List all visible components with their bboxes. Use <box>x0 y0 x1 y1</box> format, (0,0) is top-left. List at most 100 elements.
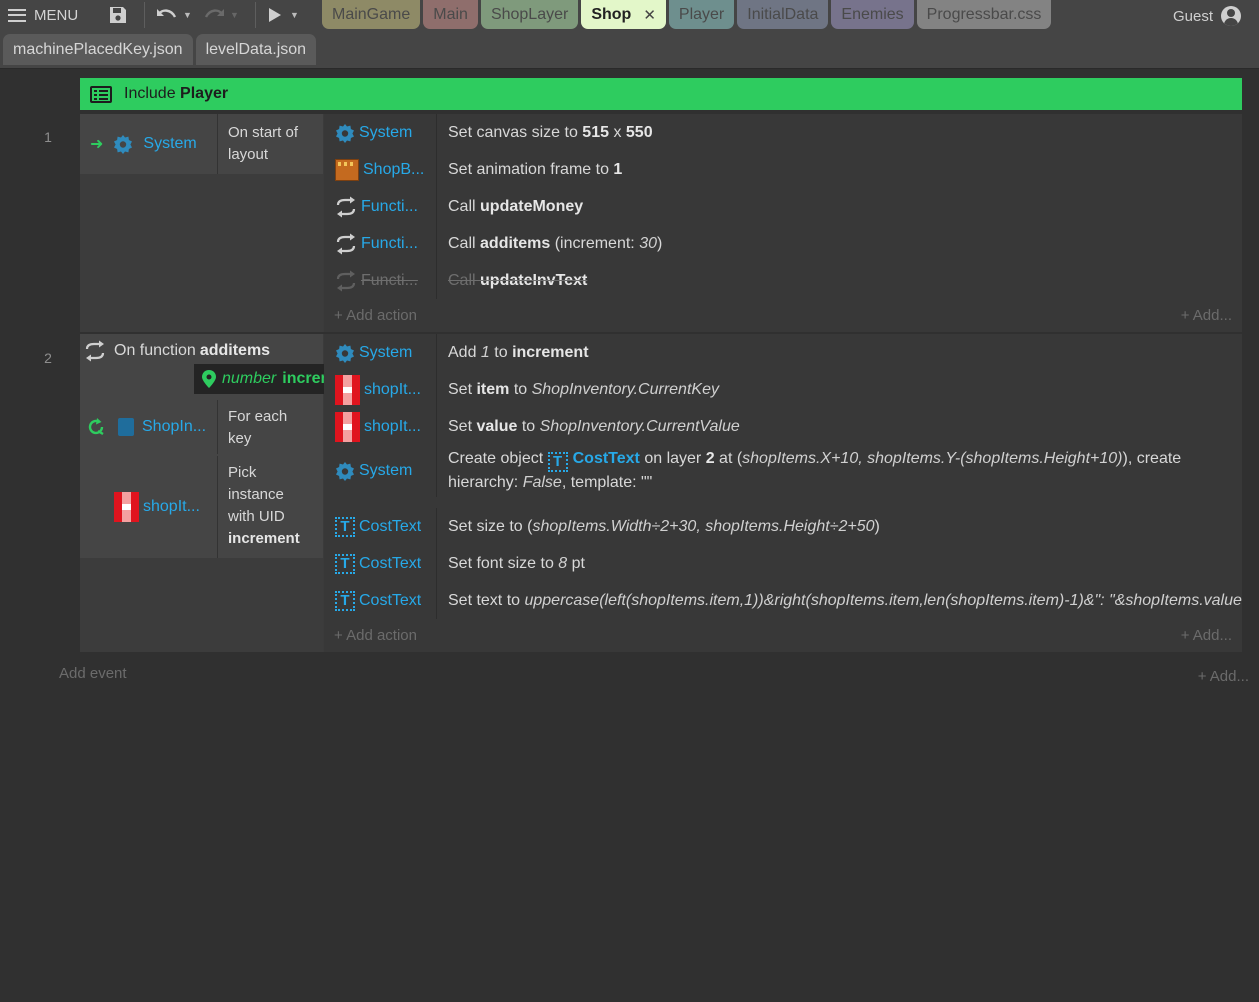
action-row[interactable]: Functi... Call updateMoney <box>324 188 1242 225</box>
action-object[interactable]: shopIt... <box>364 381 421 399</box>
add-button[interactable]: + Add... <box>1181 627 1232 644</box>
redo-icon <box>204 9 224 18</box>
tab-label: machinePlacedKey.json <box>13 40 183 58</box>
redo-button[interactable]: ▼ <box>203 0 243 30</box>
action-object-cell[interactable]: Functi... <box>324 196 436 218</box>
tab-initialdata[interactable]: InitialData <box>737 0 829 29</box>
hamburger-icon <box>8 8 26 22</box>
action-object-cell[interactable]: shopIt... <box>324 411 436 442</box>
tab-label: Progressbar.css <box>926 5 1042 23</box>
tab-player[interactable]: Player <box>668 0 735 29</box>
action-text-part: to <box>517 417 540 435</box>
action-object-cell[interactable]: T CostText <box>324 590 436 611</box>
action-object[interactable]: CostText <box>359 555 421 573</box>
tab-machineplacedkey-json[interactable]: machinePlacedKey.json <box>3 34 193 65</box>
add-button[interactable]: + Add... <box>1181 307 1232 324</box>
condition-text[interactable]: On start of layout <box>217 114 323 174</box>
action-text[interactable]: Set value to ShopInventory.CurrentValue <box>436 408 1242 445</box>
condition-object[interactable]: ShopIn... <box>142 418 206 436</box>
action-object-cell[interactable]: System <box>324 461 436 481</box>
action-row[interactable]: Functi... Call updateInvText <box>324 262 1242 299</box>
top-bar: MENU ▼ ▼ ▼ MainGame Main ShopLayer Shop ✕ Pla… <box>0 0 1259 69</box>
action-row[interactable]: T CostText Set text to uppercase(left(shop… <box>324 582 1242 619</box>
action-text[interactable]: Create object T CostText on layer 2 at (s… <box>436 445 1242 497</box>
add-button[interactable]: + Add... <box>1198 668 1249 685</box>
condition-text[interactable]: Pick instance with UID increment <box>217 456 323 558</box>
action-text[interactable]: Set size to (shopItems.Width÷2+30, shopI… <box>436 508 1242 545</box>
action-object-cell[interactable]: T CostText <box>324 516 436 537</box>
add-event-button[interactable]: Add event <box>59 665 127 682</box>
action-row[interactable]: T CostText Set font size to 8 pt <box>324 545 1242 582</box>
action-text[interactable]: Call updateMoney <box>436 188 1242 225</box>
condition-object[interactable]: shopIt... <box>143 498 200 516</box>
tab-maingame[interactable]: MainGame <box>322 0 421 29</box>
action-text[interactable]: Call updateInvText <box>436 262 1242 299</box>
action-object-cell[interactable]: System <box>324 343 436 363</box>
function-header[interactable]: On function additems <box>84 340 270 362</box>
action-text[interactable]: Add 1 to increment <box>436 334 1242 371</box>
action-object-ref[interactable]: CostText <box>573 450 640 467</box>
preview-button[interactable]: ▼ <box>268 0 308 30</box>
action-row[interactable]: Functi... Call additems (increment: 30) <box>324 225 1242 262</box>
action-text-part: ShopInventory.CurrentValue <box>539 417 740 435</box>
action-text-part: increment <box>512 343 589 361</box>
action-text[interactable]: Call additems (increment: 30) <box>436 225 1242 262</box>
save-button[interactable] <box>106 0 130 30</box>
add-action-button[interactable]: + Add action <box>334 627 417 644</box>
action-object-cell[interactable]: shopIt... <box>324 374 436 405</box>
action-object-cell[interactable]: T CostText <box>324 553 436 574</box>
action-row[interactable]: T CostText Set size to (shopItems.Width÷2+… <box>324 508 1242 545</box>
action-row[interactable]: System Create object T CostText on layer 2… <box>324 445 1242 497</box>
action-text[interactable]: Set text to uppercase(left(shopItems.ite… <box>436 582 1242 619</box>
function-condition-block[interactable]: On function additems number increment Sh… <box>80 334 402 558</box>
user-menu[interactable]: Guest <box>1173 3 1259 29</box>
tab-shoplayer[interactable]: ShopLayer <box>480 0 579 29</box>
undo-button[interactable]: ▼ <box>156 0 196 30</box>
action-object[interactable]: shopIt... <box>364 418 421 436</box>
action-object[interactable]: CostText <box>359 518 421 536</box>
action-object[interactable]: Functi... <box>361 198 418 216</box>
add-action-button[interactable]: + Add action <box>334 307 417 324</box>
tab-label: levelData.json <box>205 40 307 58</box>
condition-row[interactable]: ShopIn... For each key <box>80 400 323 454</box>
include-name: Player <box>180 85 229 102</box>
condition-row[interactable]: shopIt... Pick instance with UID increme… <box>80 456 323 558</box>
tab-main[interactable]: Main <box>423 0 478 29</box>
action-row[interactable]: ShopB... Set animation frame to 1 <box>324 151 1242 188</box>
chevron-down-icon[interactable]: ▼ <box>230 10 239 20</box>
action-row[interactable]: shopIt... Set item to ShopInventory.Curre… <box>324 371 1242 408</box>
event-block[interactable]: ➜ System On start of layout System Set ca… <box>80 114 1242 332</box>
action-text[interactable]: Set item to ShopInventory.CurrentKey <box>436 371 1242 408</box>
action-object[interactable]: CostText <box>359 592 421 610</box>
chevron-down-icon[interactable]: ▼ <box>183 10 192 20</box>
action-row[interactable]: System Add 1 to increment <box>324 334 1242 371</box>
action-object[interactable]: ShopB... <box>363 161 424 179</box>
action-object[interactable]: System <box>359 124 412 142</box>
tab-leveldata-json[interactable]: levelData.json <box>195 34 317 65</box>
action-object[interactable]: System <box>359 344 412 362</box>
action-row[interactable]: shopIt... Set value to ShopInventory.Curr… <box>324 408 1242 445</box>
action-text[interactable]: Set font size to 8 pt <box>436 545 1242 582</box>
action-text[interactable]: Set canvas size to 515 x 550 <box>436 114 1242 151</box>
action-object[interactable]: Functi... <box>361 272 418 290</box>
condition-object[interactable]: System <box>143 135 196 153</box>
include-row[interactable]: Include Player <box>80 78 1242 110</box>
action-text[interactable]: Set animation frame to 1 <box>436 151 1242 188</box>
event-block[interactable]: On function additems number increment Sh… <box>80 334 1242 652</box>
condition-text[interactable]: For each key <box>217 400 323 454</box>
gear-icon <box>336 123 354 143</box>
action-row[interactable]: System Set canvas size to 515 x 550 <box>324 114 1242 151</box>
action-object-cell[interactable]: Functi... <box>324 270 436 292</box>
action-object-cell[interactable]: Functi... <box>324 233 436 255</box>
action-object[interactable]: System <box>359 462 412 480</box>
tab-shop[interactable]: Shop ✕ <box>581 0 666 29</box>
tab-enemies[interactable]: Enemies <box>831 0 914 29</box>
condition-row[interactable]: ➜ System On start of layout <box>80 114 323 174</box>
action-object-cell[interactable]: System <box>324 123 436 143</box>
tab-progressbar-css[interactable]: Progressbar.css <box>916 0 1052 29</box>
chevron-down-icon[interactable]: ▼ <box>290 10 299 20</box>
action-object[interactable]: Functi... <box>361 235 418 253</box>
action-object-cell[interactable]: ShopB... <box>324 158 436 181</box>
close-icon[interactable]: ✕ <box>643 6 656 24</box>
menu-button[interactable]: MENU <box>8 0 93 30</box>
